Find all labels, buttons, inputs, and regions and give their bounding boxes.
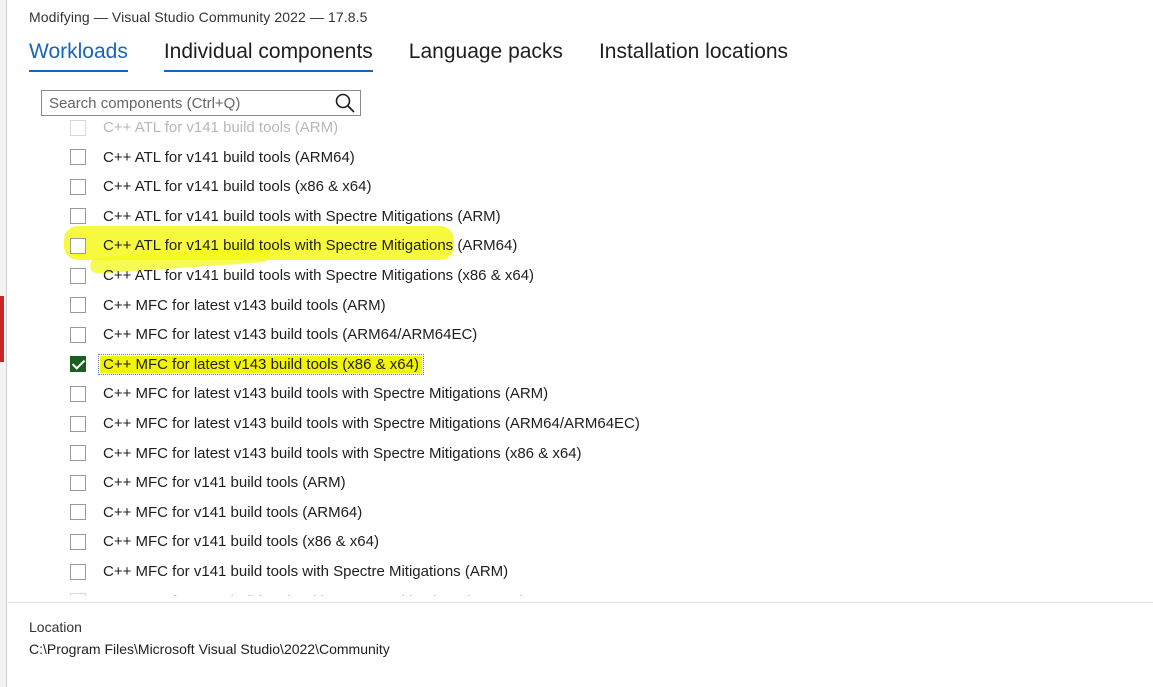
location-path: C:\Program Files\Microsoft Visual Studio…	[29, 641, 390, 657]
component-row[interactable]: C++ MFC for latest v143 build tools with…	[70, 439, 582, 468]
component-row[interactable]: C++ MFC for v141 build tools (ARM)	[70, 468, 346, 497]
location-label: Location	[29, 619, 82, 635]
checkbox[interactable]	[70, 149, 86, 166]
component-label: C++ ATL for v141 build tools (ARM64)	[103, 148, 355, 166]
checkbox-checked[interactable]	[70, 356, 86, 373]
component-row[interactable]: C++ ATL for v141 build tools (ARM)	[70, 118, 338, 142]
component-row[interactable]: C++ MFC for latest v143 build tools (ARM…	[70, 291, 386, 320]
component-row[interactable]: C++ ATL for v141 build tools with Spectr…	[70, 261, 534, 290]
tab-language-packs[interactable]: Language packs	[409, 40, 563, 72]
tab-individual-components[interactable]: Individual components	[163, 40, 373, 72]
checkbox[interactable]	[70, 415, 86, 432]
checkbox[interactable]	[70, 533, 86, 550]
component-row[interactable]: C++ ATL for v141 build tools with Spectr…	[70, 231, 517, 260]
component-label: C++ ATL for v141 build tools with Spectr…	[103, 267, 535, 284]
search-box	[41, 90, 361, 116]
component-label: C++ MFC for v141 build tools (x86 & x64)	[103, 533, 379, 551]
component-label: C++ MFC for latest v143 build tools (ARM…	[103, 326, 478, 344]
component-label: C++ MFC for latest v143 build tools (x86…	[98, 353, 424, 375]
component-row[interactable]: C++ MFC for v141 build tools with Spectr…	[70, 587, 525, 596]
component-label: C++ MFC for v141 build tools with Spectr…	[103, 593, 525, 596]
component-label: C++ MFC for v141 build tools (ARM64)	[103, 503, 363, 521]
component-label: C++ ATL for v141 build tools (ARM)	[103, 119, 339, 136]
component-row[interactable]: C++ MFC for v141 build tools (x86 & x64)	[70, 527, 379, 556]
tab-workloads[interactable]: Workloads	[29, 40, 128, 72]
component-row[interactable]: C++ MFC for v141 build tools with Spectr…	[70, 557, 508, 586]
component-row[interactable]: C++ MFC for latest v143 build tools (ARM…	[70, 320, 477, 349]
checkbox[interactable]	[70, 326, 86, 343]
component-label: C++ ATL for v141 build tools (x86 & x64)	[103, 178, 372, 196]
component-row[interactable]: C++ ATL for v141 build tools (x86 & x64)	[70, 172, 371, 201]
checkbox[interactable]	[70, 267, 86, 284]
component-label: C++ MFC for latest v143 build tools with…	[103, 444, 582, 462]
checkbox[interactable]	[70, 504, 86, 521]
component-row[interactable]: C++ MFC for latest v143 build tools with…	[70, 409, 640, 438]
component-label: C++ ATL for v141 build tools with Spectr…	[103, 207, 501, 225]
footer-divider	[8, 602, 1153, 603]
window-title: Modifying — Visual Studio Community 2022…	[29, 9, 368, 25]
component-row[interactable]: C++ MFC for latest v143 build tools with…	[70, 379, 548, 408]
component-row[interactable]: C++ ATL for v141 build tools with Spectr…	[70, 202, 501, 231]
checkbox[interactable]	[70, 593, 86, 596]
checkbox[interactable]	[70, 119, 86, 136]
component-row[interactable]: C++ ATL for v141 build tools (ARM64)	[70, 143, 355, 172]
component-row[interactable]: C++ MFC for v141 build tools (ARM64)	[70, 498, 362, 527]
checkbox[interactable]	[70, 563, 86, 580]
checkbox[interactable]	[70, 237, 86, 254]
search-icon[interactable]	[334, 92, 356, 114]
component-label: C++ ATL for v141 build tools with Spectr…	[103, 237, 518, 255]
tab-installation-locations[interactable]: Installation locations	[599, 40, 788, 72]
checkbox[interactable]	[70, 474, 86, 491]
checkbox[interactable]	[70, 178, 86, 195]
search-input[interactable]	[42, 91, 329, 115]
component-label: C++ MFC for latest v143 build tools (ARM…	[103, 296, 386, 314]
tab-bar: Workloads Individual components Language…	[29, 40, 788, 72]
checkbox[interactable]	[70, 445, 86, 462]
component-label: C++ MFC for v141 build tools with Spectr…	[103, 563, 509, 580]
component-label: C++ MFC for latest v143 build tools with…	[103, 385, 549, 403]
checkbox[interactable]	[70, 385, 86, 402]
component-list: C++ ATL for v141 build tools (ARM) C++ AT…	[0, 118, 1153, 596]
checkbox[interactable]	[70, 297, 86, 314]
component-row[interactable]: C++ MFC for latest v143 build tools (x86…	[70, 350, 424, 379]
component-label: C++ MFC for latest v143 build tools with…	[103, 415, 640, 432]
component-label: C++ MFC for v141 build tools (ARM)	[103, 474, 346, 492]
checkbox[interactable]	[70, 208, 86, 225]
